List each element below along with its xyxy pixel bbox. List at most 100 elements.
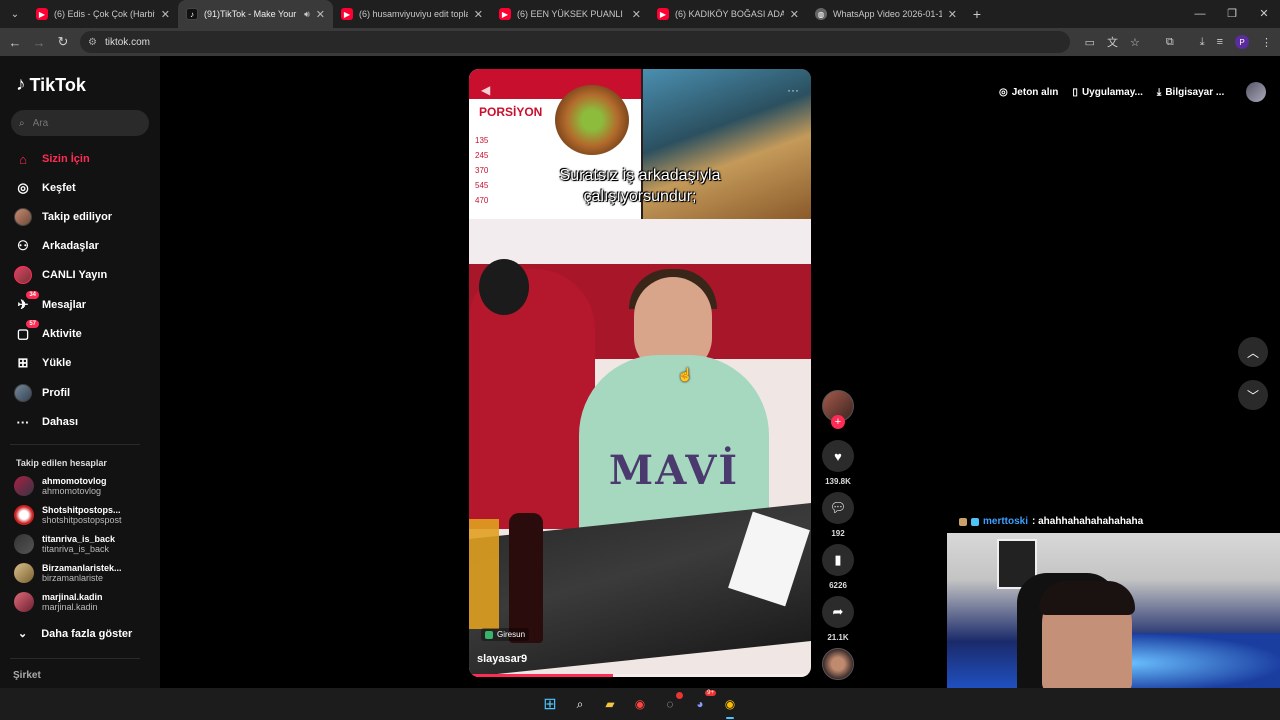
new-tab-button[interactable]: +	[965, 6, 989, 22]
browser-tab[interactable]: ▶ (6) EEN YÜKSEK PUANLI RESTO… ✕	[491, 0, 649, 28]
friends-icon: ⚇	[17, 238, 29, 253]
minimize-icon[interactable]: —	[1184, 0, 1216, 28]
speaker-icon[interactable]: 🔊︎	[304, 9, 310, 20]
tab-search-menu-button[interactable]: ⌄	[2, 4, 28, 24]
video-options-icon[interactable]: ···	[787, 83, 799, 97]
followed-account[interactable]: Birzamanlaristek... birzamanlariste	[14, 563, 122, 583]
cast-icon[interactable]: ▭	[1085, 36, 1095, 49]
followed-account[interactable]: titanriva_is_back titanriva_is_back	[14, 534, 115, 554]
nav-live[interactable]: CANLI Yayın	[14, 264, 107, 286]
extensions-icon[interactable]: ⧉	[1166, 36, 1174, 49]
tiktok-logo[interactable]: ♪ TikTok	[16, 74, 86, 96]
discord-icon[interactable]: ◕ 9+	[690, 690, 716, 714]
windows-start-icon[interactable]: ⊞	[540, 694, 560, 714]
comment-button[interactable]: 💬︎ 192	[822, 492, 854, 538]
address-toolbar: ← → ↻ ⚙ tiktok.com ▭ 文 ☆ ⧉ ⤓ ≡ P ⋮	[0, 28, 1280, 56]
browser-tab[interactable]: ▶ (6) KADIKÖY BOĞASI ADANA Y… ✕	[649, 0, 807, 28]
location-tag[interactable]: Giresun	[481, 628, 530, 641]
nav-messages[interactable]: ✈ 34 Mesajlar	[14, 291, 86, 316]
followed-account[interactable]: marjinal.kadin marjinal.kadin	[14, 592, 103, 612]
nav-explore[interactable]: ◎ Keşfet	[14, 177, 75, 199]
video-author[interactable]: slayasar9	[477, 653, 527, 665]
food-image	[555, 85, 629, 155]
browser-tab[interactable]: ▶ (6) Edis - Çok Çok (Harbiye Kon… ✕	[28, 0, 178, 28]
restore-icon[interactable]: ❐	[1216, 0, 1248, 28]
nav-activity[interactable]: ▢ 57 Aktivite	[14, 320, 82, 345]
profile-avatar[interactable]: P	[1235, 35, 1249, 49]
nav-profile[interactable]: Profil	[14, 382, 70, 404]
music-disc-icon[interactable]	[822, 648, 854, 680]
save-button[interactable]: ▮ 6226	[822, 544, 854, 590]
like-button[interactable]: ♥ 139.8K	[822, 440, 854, 486]
caption-line: çalışıyorsundur;	[583, 188, 697, 205]
close-icon[interactable]: ✕	[161, 8, 170, 21]
browser-tab[interactable]: ▶ (6) husamviyuviyu edit toplantı… ✕	[333, 0, 491, 28]
close-icon[interactable]: ✕	[948, 8, 957, 21]
chat-username: merttoski	[983, 516, 1029, 527]
video-progress-bar[interactable]	[469, 674, 811, 677]
account-handle: ahmomotovlog	[42, 486, 102, 496]
nav-more[interactable]: ··· Dahası	[14, 411, 79, 433]
browser-tab[interactable]: ◍ WhatsApp Video 2026-01-12 a… ✕	[807, 0, 965, 28]
tab-title: (6) EEN YÜKSEK PUANLI RESTO…	[517, 9, 626, 19]
back-icon[interactable]: ←	[3, 35, 27, 50]
show-more-button[interactable]: ⌄ Daha fazla göster	[18, 627, 133, 641]
tab-title: (6) KADIKÖY BOĞASI ADANA Y…	[675, 9, 784, 19]
globe-icon: ◍	[815, 8, 827, 20]
nav-label: Dahası	[42, 416, 79, 428]
account-name: Shotshitpostops...	[42, 505, 121, 515]
bookmark-star-icon[interactable]: ☆	[1130, 36, 1140, 49]
account-handle: titanriva_is_back	[42, 544, 110, 554]
previous-video-button[interactable]: ︿	[1238, 337, 1268, 367]
nav-upload[interactable]: ⊞ Yükle	[14, 352, 72, 374]
chrome-icon[interactable]: ◉	[720, 694, 740, 719]
app-icon[interactable]: ◌	[660, 692, 683, 714]
kebab-menu-icon[interactable]: ⋮	[1261, 36, 1272, 49]
get-app-button[interactable]: ▯ Uygulamay...	[1072, 87, 1142, 98]
url-bar[interactable]: ⚙ tiktok.com	[80, 31, 1070, 53]
window-controls: — ❐ ✕	[1184, 0, 1280, 28]
video-caption: Suratsız iş arkadaşıyla çalışıyorsundur;	[469, 165, 811, 207]
notification-badge: 57	[26, 320, 39, 328]
followed-account[interactable]: Shotshitpostops... shotshitpostopspost	[14, 505, 122, 525]
search-icon[interactable]: ⌕	[570, 694, 590, 714]
search-input[interactable]	[32, 117, 133, 129]
site-info-icon[interactable]: ⚙	[88, 37, 97, 48]
location-pin-icon	[485, 630, 493, 639]
user-avatar[interactable]	[1246, 82, 1267, 102]
share-button[interactable]: ➦ 21.1K	[822, 596, 854, 642]
company-link[interactable]: Şirket	[13, 670, 41, 681]
chrome-icon[interactable]: ◉	[630, 694, 650, 714]
search-box[interactable]: ⌕	[11, 110, 149, 136]
download-icon: ⤓	[1156, 86, 1162, 98]
next-video-button[interactable]: ﹀	[1238, 380, 1268, 410]
menu-header-text: PORSİYON	[479, 105, 543, 119]
download-icon[interactable]: ⤓	[1200, 36, 1205, 49]
close-icon[interactable]: ✕	[316, 8, 325, 21]
desktop-app-button[interactable]: ⤓ Bilgisayar ...	[1157, 87, 1224, 98]
nav-for-you[interactable]: ⌂ Sizin İçin	[14, 148, 90, 170]
close-icon[interactable]: ✕	[632, 8, 641, 21]
close-icon[interactable]: ✕	[790, 8, 799, 21]
show-more-label: Daha fazla göster	[41, 627, 133, 640]
get-coins-label: Jeton alın	[1011, 86, 1059, 98]
file-explorer-icon[interactable]: ▰	[600, 694, 620, 714]
followed-account[interactable]: ahmomotovlog ahmomotovlog	[14, 476, 107, 496]
volume-icon[interactable]: ◀︎	[481, 83, 490, 97]
location-label: Giresun	[497, 630, 526, 639]
reading-list-icon[interactable]: ≡	[1217, 36, 1223, 48]
nav-friends[interactable]: ⚇ Arkadaşlar	[14, 235, 99, 257]
forward-icon[interactable]: →	[27, 35, 51, 50]
close-icon[interactable]: ✕	[474, 8, 483, 21]
get-coins-button[interactable]: ◎ Jeton alın	[999, 87, 1058, 98]
translate-icon[interactable]: 文	[1107, 34, 1118, 50]
close-window-icon[interactable]: ✕	[1248, 0, 1280, 28]
follow-plus-icon[interactable]: +	[831, 415, 845, 429]
browser-tab-active[interactable]: ♪ (91)TikTok - Make Your Day 🔊︎ ✕	[178, 0, 333, 28]
reload-icon[interactable]: ↻	[51, 34, 75, 50]
following-icon	[14, 208, 32, 226]
nav-following[interactable]: Takip ediliyor	[14, 206, 112, 228]
video-player[interactable]: PORSİYON 135 245 370 545 470 MAVİ Surats…	[469, 69, 811, 677]
account-name: ahmomotovlog	[42, 476, 107, 486]
windows-taskbar: ⊞ ⌕ ▰ ◉ ◌ ◕ 9+ ◉	[0, 688, 1280, 720]
